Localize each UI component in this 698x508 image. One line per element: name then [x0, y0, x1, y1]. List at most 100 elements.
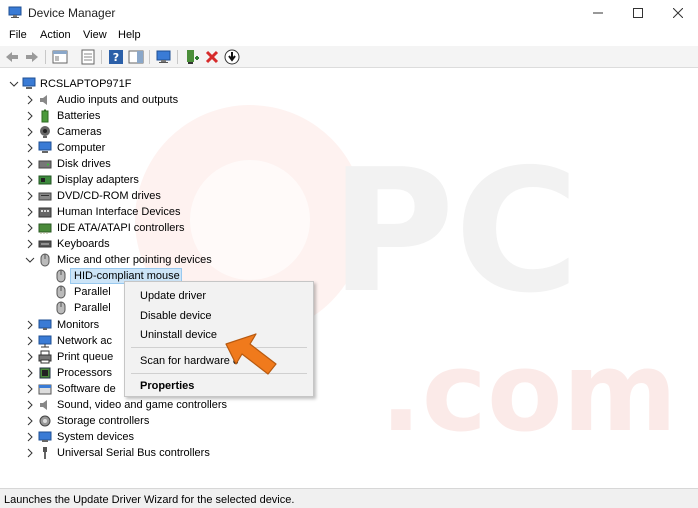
chevron-right-icon[interactable]: [25, 127, 35, 137]
tree-category-label[interactable]: Monitors: [57, 317, 99, 333]
tree-category-label[interactable]: System devices: [57, 429, 134, 445]
tree-category-label[interactable]: DVD/CD-ROM drives: [57, 188, 161, 204]
chevron-right-icon[interactable]: [25, 95, 35, 105]
tree-category-label[interactable]: Universal Serial Bus controllers: [57, 445, 210, 461]
dvd-drive-icon: [38, 192, 52, 201]
tree-category-label[interactable]: Processors: [57, 365, 112, 381]
tree-category-label[interactable]: Batteries: [57, 108, 100, 124]
uninstall-device-menu-item[interactable]: Uninstall device: [140, 329, 217, 341]
status-bar: Launches the Update Driver Wizard for th…: [0, 488, 698, 508]
chevron-right-icon[interactable]: [25, 159, 35, 169]
menu-file[interactable]: File: [9, 29, 27, 41]
tree-category-label[interactable]: Display adapters: [57, 172, 139, 188]
toolbar-separator: [101, 50, 102, 64]
tree-category-label[interactable]: Network ac: [57, 333, 112, 349]
chevron-right-icon[interactable]: [25, 352, 35, 362]
ide-controller-icon: [38, 223, 52, 234]
tree-category-label[interactable]: Audio inputs and outputs: [57, 92, 178, 108]
computer-icon: [38, 141, 52, 153]
network-adapter-icon: [38, 335, 52, 348]
toolbar-separator: [177, 50, 178, 64]
hid-icon: [38, 207, 52, 218]
monitor-icon: [38, 319, 52, 330]
update-driver-icon[interactable]: [224, 49, 240, 65]
menu-bar: File Action View Help: [0, 26, 698, 46]
svg-text:PC: PC: [330, 133, 579, 331]
tree-category-label[interactable]: Cameras: [57, 124, 102, 140]
tree-device-label[interactable]: Parallel: [74, 300, 111, 316]
chevron-right-icon[interactable]: [25, 448, 35, 458]
context-menu: Update driver Disable device Uninstall d…: [124, 281, 314, 397]
speaker-icon: [40, 400, 47, 410]
camera-icon: [40, 126, 50, 138]
chevron-down-icon[interactable]: [9, 79, 19, 89]
tree-category-label[interactable]: Software de: [57, 381, 116, 397]
minimize-button[interactable]: [578, 0, 618, 26]
chevron-down-icon[interactable]: [25, 255, 35, 265]
maximize-icon: [633, 8, 643, 18]
title-bar: Device Manager: [0, 0, 698, 26]
toolbar-separator: [149, 50, 150, 64]
tree-category-label[interactable]: Mice and other pointing devices: [57, 252, 212, 268]
show-hide-console-tree-icon[interactable]: [52, 49, 68, 65]
chevron-right-icon[interactable]: [25, 191, 35, 201]
properties-menu-item[interactable]: Properties: [140, 380, 194, 392]
scan-hardware-icon[interactable]: [156, 49, 172, 65]
menu-help[interactable]: Help: [118, 29, 141, 41]
chevron-right-icon[interactable]: [25, 432, 35, 442]
close-button[interactable]: [658, 0, 698, 26]
speaker-icon: [40, 95, 47, 105]
window-title: Device Manager: [28, 6, 116, 20]
status-text: Launches the Update Driver Wizard for th…: [4, 494, 295, 506]
tree-category-label[interactable]: Storage controllers: [57, 413, 149, 429]
chevron-right-icon[interactable]: [25, 368, 35, 378]
storage-controller-icon: [39, 415, 51, 427]
computer-icon: [22, 77, 36, 89]
chevron-right-icon[interactable]: [25, 223, 35, 233]
chevron-right-icon[interactable]: [25, 143, 35, 153]
device-manager-icon: [8, 6, 22, 18]
device-tree: PC .com RCSLAPTOP971F Audio inputs and o…: [0, 70, 698, 488]
system-device-icon: [38, 431, 52, 442]
tree-category-label[interactable]: Human Interface Devices: [57, 204, 181, 220]
tree-category-label[interactable]: Print queue: [57, 349, 113, 365]
tree-category-label[interactable]: Sound, video and game controllers: [57, 397, 227, 413]
chevron-right-icon[interactable]: [25, 239, 35, 249]
properties-icon[interactable]: [80, 49, 96, 65]
keyboard-icon: [38, 240, 52, 248]
tree-category-label[interactable]: Computer: [57, 140, 105, 156]
chevron-right-icon[interactable]: [25, 175, 35, 185]
tree-device-label[interactable]: Parallel: [74, 284, 111, 300]
mouse-icon: [56, 269, 66, 283]
disk-drive-icon: [38, 160, 52, 169]
tree-category-label[interactable]: IDE ATA/ATAPI controllers: [57, 220, 185, 236]
add-driver-icon[interactable]: [184, 49, 200, 65]
help-icon[interactable]: ?: [108, 49, 124, 65]
toolbar-separator: [45, 50, 46, 64]
menu-action[interactable]: Action: [40, 29, 71, 41]
uninstall-icon[interactable]: [204, 49, 220, 65]
chevron-right-icon[interactable]: [25, 384, 35, 394]
forward-icon[interactable]: [24, 49, 40, 65]
mouse-icon: [56, 285, 66, 299]
display-adapter-icon: [38, 175, 52, 185]
maximize-button[interactable]: [618, 0, 658, 26]
update-driver-menu-item[interactable]: Update driver: [140, 290, 206, 302]
tree-category-label[interactable]: Disk drives: [57, 156, 111, 172]
chevron-right-icon[interactable]: [25, 400, 35, 410]
tree-category-label[interactable]: Keyboards: [57, 236, 110, 252]
action-pane-icon[interactable]: [128, 49, 144, 65]
battery-icon: [41, 109, 49, 123]
mouse-icon: [56, 301, 66, 315]
chevron-right-icon[interactable]: [25, 336, 35, 346]
chevron-right-icon[interactable]: [25, 416, 35, 426]
back-icon[interactable]: [4, 49, 20, 65]
chevron-right-icon[interactable]: [25, 320, 35, 330]
disable-device-menu-item[interactable]: Disable device: [140, 310, 212, 322]
menu-view[interactable]: View: [83, 29, 107, 41]
printer-icon: [38, 350, 52, 364]
chevron-right-icon[interactable]: [25, 207, 35, 217]
toolbar: ?: [0, 46, 698, 68]
chevron-right-icon[interactable]: [25, 111, 35, 121]
tree-root-label[interactable]: RCSLAPTOP971F: [40, 76, 132, 92]
